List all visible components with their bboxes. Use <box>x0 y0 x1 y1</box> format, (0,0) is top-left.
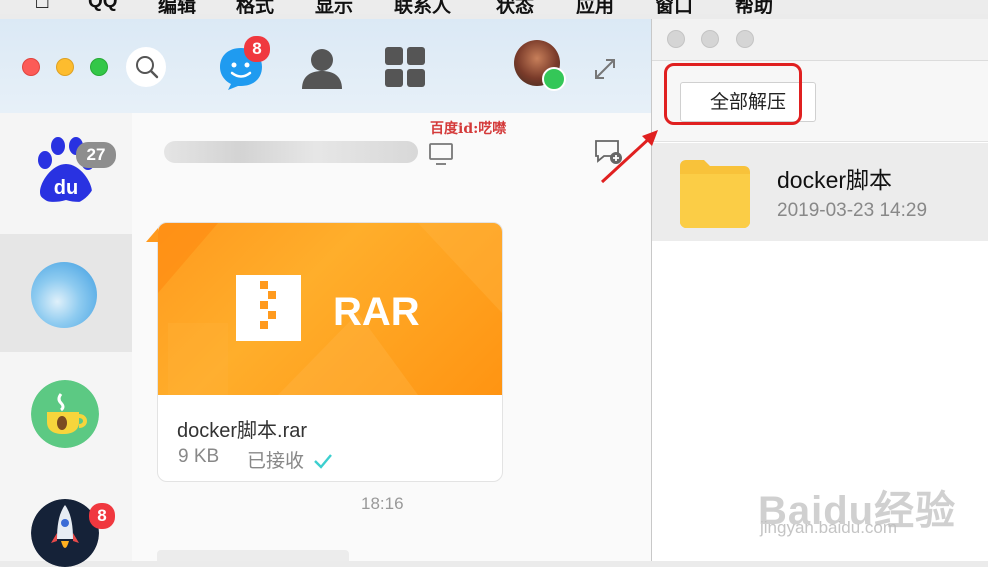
entry-name: docker脚本 <box>777 167 893 193</box>
menu-format[interactable]: 格式 <box>236 0 274 14</box>
bubble-tail <box>146 228 158 242</box>
menu-edit[interactable]: 编辑 <box>158 0 196 14</box>
check-icon <box>314 454 333 469</box>
qq-toolbar: 8 <box>0 19 651 113</box>
expand-button[interactable] <box>593 57 617 81</box>
author-watermark: 百度id:呓噤 <box>430 121 507 137</box>
grid-icon <box>385 47 425 87</box>
contacts-tab[interactable] <box>298 45 346 91</box>
messages-badge: 8 <box>244 36 270 62</box>
rar-banner: RAR <box>158 223 502 395</box>
apple-icon[interactable]:  <box>34 0 51 14</box>
menu-status[interactable]: 状态 <box>496 0 534 14</box>
file-message-card[interactable]: RAR <box>157 222 503 482</box>
monitor-icon <box>429 143 453 165</box>
close-button[interactable] <box>22 58 40 76</box>
menu-apps[interactable]: 应用 <box>576 0 614 14</box>
online-status-dot <box>542 67 566 91</box>
search-icon <box>136 56 159 79</box>
menu-contacts[interactable]: 联系人 <box>394 0 451 14</box>
rocket-avatar <box>31 499 99 567</box>
apps-tab[interactable] <box>384 46 426 88</box>
menu-bar:  QQ 编辑 格式 显示 联系人 状态 应用 窗口 帮助 <box>0 0 988 14</box>
expand-icon <box>595 59 615 79</box>
person-icon <box>302 49 342 89</box>
baidu-jingyan-url: jingyan.baidu.com <box>760 518 898 537</box>
menu-window[interactable]: 窗口 <box>655 0 693 14</box>
svg-text:du: du <box>54 177 78 199</box>
menu-help[interactable]: 帮助 <box>735 0 773 14</box>
rar-banner-pattern <box>158 223 502 395</box>
close-button[interactable] <box>667 30 685 48</box>
menu-qq[interactable]: QQ <box>88 0 118 13</box>
highlight-box <box>664 63 802 125</box>
minimize-button[interactable] <box>56 58 74 76</box>
next-message-preview <box>157 550 349 561</box>
file-name[interactable]: docker脚本.rar <box>177 414 307 443</box>
file-status: 已接收 <box>247 446 333 473</box>
sky-avatar <box>31 262 97 328</box>
unread-badge: 8 <box>89 503 115 529</box>
file-size: 9 KB <box>178 446 220 467</box>
unread-badge: 27 <box>76 142 116 168</box>
archive-title-bar <box>652 19 988 61</box>
messages-tab[interactable]: 8 <box>218 36 270 91</box>
file-status-label: 已接收 <box>247 451 305 472</box>
entry-date: 2019-03-23 14:29 <box>777 200 928 221</box>
coffee-cup-avatar <box>31 380 99 448</box>
zoom-button[interactable] <box>90 58 108 76</box>
folder-icon <box>680 160 750 228</box>
file-type-label: RAR <box>333 290 420 334</box>
screen-share-button[interactable] <box>428 142 454 166</box>
message-timestamp: 18:16 <box>361 494 404 513</box>
zoom-button[interactable] <box>736 30 754 48</box>
search-button[interactable] <box>126 47 166 87</box>
minimize-button[interactable] <box>701 30 719 48</box>
rar-zipper-icon <box>236 275 301 341</box>
menu-view[interactable]: 显示 <box>315 0 353 14</box>
chat-title-blurred <box>164 141 418 163</box>
annotation-arrow <box>600 130 658 184</box>
